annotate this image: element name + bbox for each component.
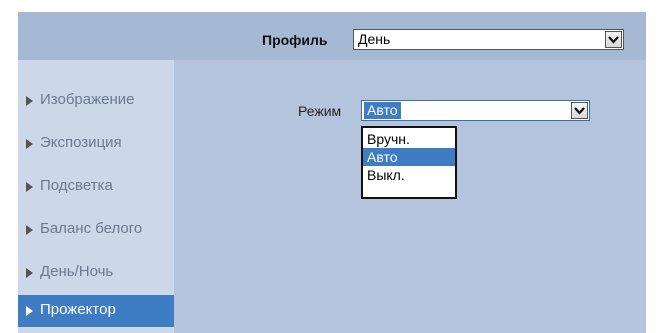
triangle-right-icon <box>26 96 33 106</box>
sidebar: Изображение Экспозиция Подсветка Баланс … <box>18 60 174 333</box>
triangle-right-icon <box>26 139 33 149</box>
sidebar-item-exposure[interactable]: Экспозиция <box>18 128 174 160</box>
chevron-down-icon <box>608 36 619 44</box>
mode-select-button[interactable] <box>571 102 588 119</box>
sidebar-item-day-night[interactable]: День/Ночь <box>18 257 174 289</box>
profile-select-button[interactable] <box>605 31 622 48</box>
mode-option-off[interactable]: Выкл. <box>363 166 455 184</box>
chevron-down-icon <box>574 107 585 115</box>
mode-select-value: Авто <box>364 102 401 119</box>
triangle-right-icon <box>26 225 33 235</box>
mode-dropdown-list: Вручн. Авто Выкл. <box>361 126 457 199</box>
profile-select[interactable]: День <box>353 29 624 50</box>
triangle-right-icon <box>26 182 33 192</box>
sidebar-item-label: Экспозиция <box>40 134 122 151</box>
sidebar-item-backlight[interactable]: Подсветка <box>18 171 174 203</box>
settings-panel: Профиль День Изображение Экспозиция Подс… <box>18 12 646 333</box>
profile-bar: Профиль День <box>18 12 646 60</box>
profile-select-value: День <box>358 31 391 47</box>
mode-label: Режим <box>298 103 342 119</box>
mode-select[interactable]: Авто <box>361 100 590 121</box>
sidebar-item-floodlight[interactable]: Прожектор <box>18 295 174 327</box>
mode-option-auto[interactable]: Авто <box>363 148 455 166</box>
sidebar-item-label: Баланс белого <box>40 220 143 237</box>
sidebar-item-image[interactable]: Изображение <box>18 85 174 117</box>
triangle-right-icon <box>26 306 33 316</box>
profile-label: Профиль <box>262 32 328 48</box>
mode-option-manual[interactable]: Вручн. <box>363 130 455 148</box>
sidebar-item-label: Подсветка <box>40 177 113 194</box>
sidebar-item-label: День/Ночь <box>40 263 114 280</box>
triangle-right-icon <box>26 268 33 278</box>
sidebar-item-white-balance[interactable]: Баланс белого <box>18 214 174 246</box>
sidebar-item-label: Прожектор <box>40 301 116 318</box>
sidebar-item-label: Изображение <box>40 91 135 108</box>
